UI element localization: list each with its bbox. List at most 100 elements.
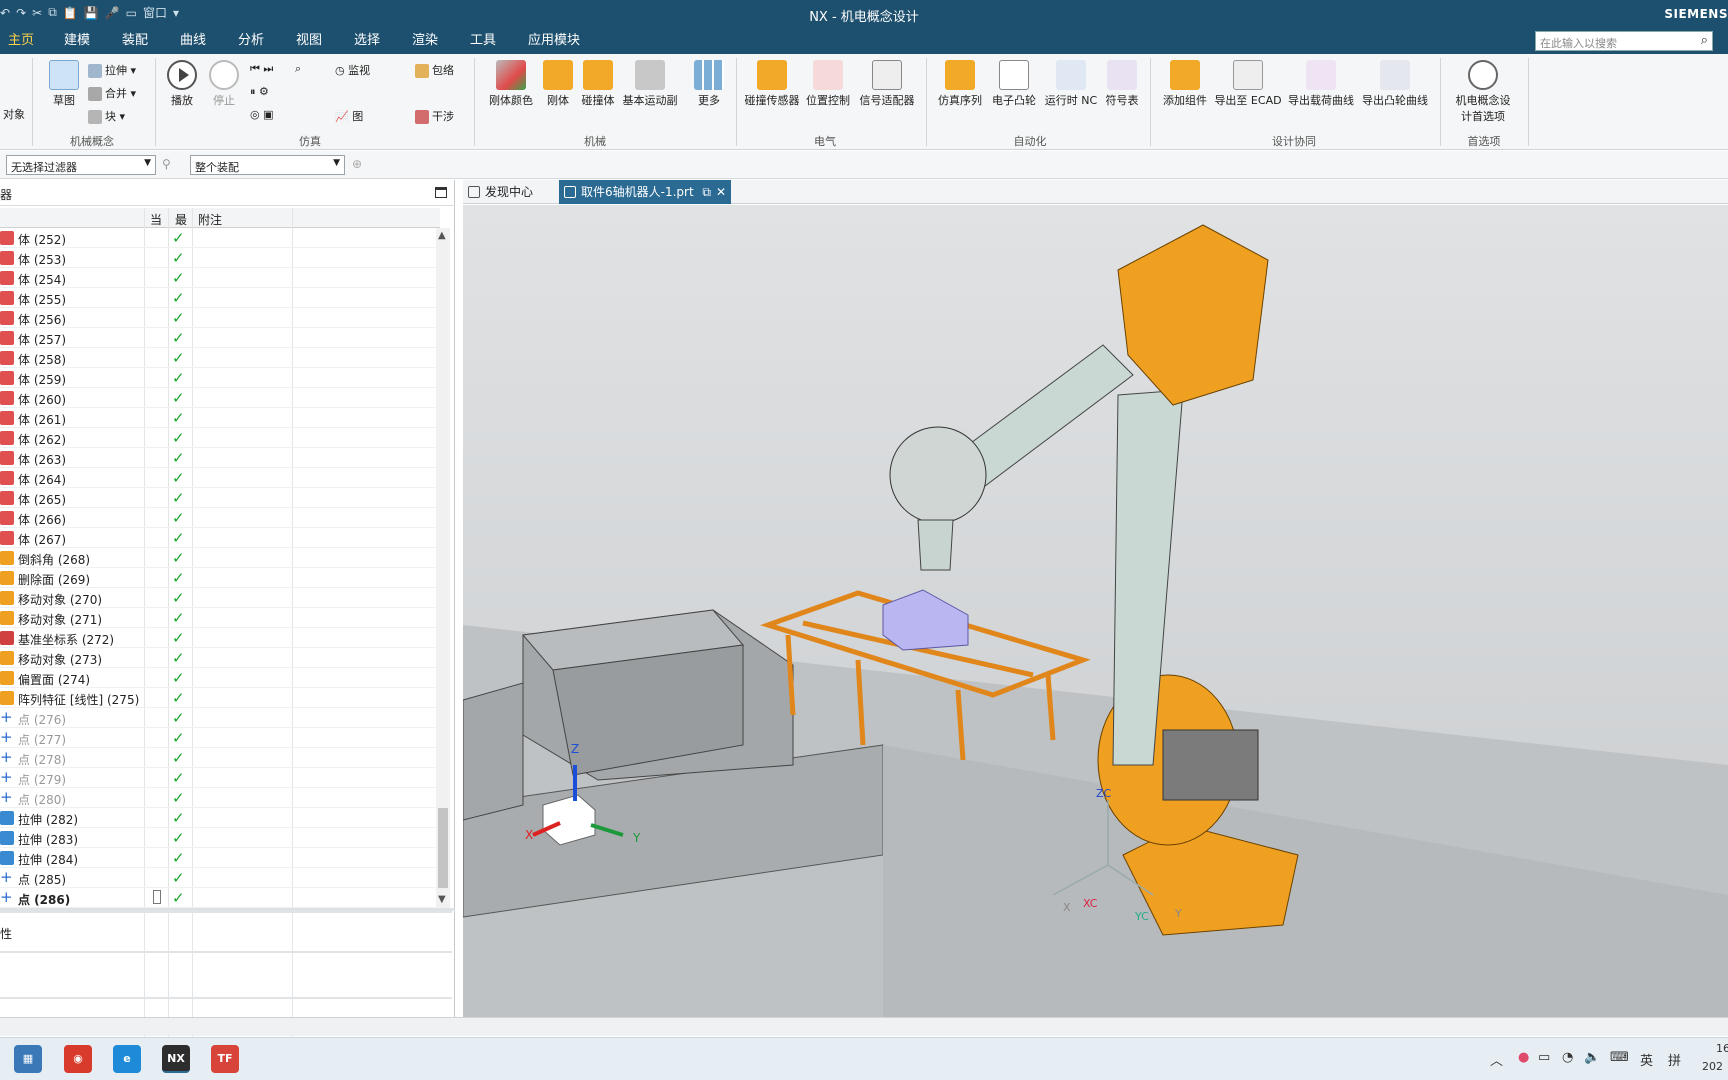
prefs-button[interactable]: 机电概念设 计首选项: [1448, 60, 1518, 124]
table-row[interactable]: 移动对象 (271) ✓: [0, 608, 435, 628]
table-row[interactable]: 体 (266) ✓: [0, 508, 435, 528]
table-row[interactable]: 体 (255) ✓: [0, 288, 435, 308]
unite-button[interactable]: 合并 ▾: [88, 85, 136, 101]
add-component-button[interactable]: 添加组件: [1158, 60, 1212, 108]
export-load-button[interactable]: 导出载荷曲线: [1286, 60, 1356, 108]
snap-icon[interactable]: ⊕: [352, 157, 362, 171]
tab-part-file[interactable]: 取件6轴机器人-1.prt ⧉ ✕: [559, 180, 731, 204]
record-icon[interactable]: ●: [1518, 1050, 1529, 1065]
wifi-icon[interactable]: ◔: [1562, 1050, 1573, 1065]
tab-analysis[interactable]: 分析: [232, 28, 270, 54]
extrude-button[interactable]: 拉伸 ▾: [88, 62, 136, 78]
search-icon[interactable]: ⌕: [1701, 33, 1708, 48]
tab-select[interactable]: 选择: [348, 28, 386, 54]
table-row[interactable]: 体 (267) ✓: [0, 528, 435, 548]
table-row[interactable]: 体 (265) ✓: [0, 488, 435, 508]
tf-app-icon[interactable]: TF: [211, 1045, 239, 1073]
table-row[interactable]: 偏置面 (274) ✓: [0, 668, 435, 688]
graphics-viewport[interactable]: Z X Y XC YC ZC X Y: [463, 205, 1728, 1017]
position-control-button[interactable]: 位置控制: [804, 60, 852, 108]
ime-language[interactable]: 英: [1640, 1050, 1653, 1069]
edge-icon[interactable]: e: [113, 1045, 141, 1073]
collision-body-button[interactable]: 碰撞体: [578, 60, 618, 108]
clock-date[interactable]: 202: [1702, 1060, 1723, 1073]
table-row[interactable]: 体 (257) ✓: [0, 328, 435, 348]
col-note[interactable]: 附注: [198, 211, 222, 228]
rigid-body-button[interactable]: 刚体: [542, 60, 574, 108]
table-row[interactable]: 拉伸 (284) ✓: [0, 848, 435, 868]
tab-curve[interactable]: 曲线: [174, 28, 212, 54]
table-row[interactable]: + 点 (280) ✓: [0, 788, 435, 808]
table-row[interactable]: 体 (259) ✓: [0, 368, 435, 388]
table-row[interactable]: 体 (256) ✓: [0, 308, 435, 328]
table-row[interactable]: 体 (252) ✓: [0, 228, 435, 248]
clock-time[interactable]: 16: [1716, 1042, 1728, 1055]
scroll-down-icon[interactable]: ▼: [438, 894, 446, 905]
graph-button[interactable]: 📈 图: [335, 108, 363, 124]
table-row[interactable]: + 点 (286) ✓: [0, 888, 435, 908]
monitor-button[interactable]: ◷ 监视: [335, 62, 370, 78]
zoom-icon[interactable]: ⌕: [295, 62, 301, 76]
table-row[interactable]: + 点 (278) ✓: [0, 748, 435, 768]
table-row[interactable]: 移动对象 (273) ✓: [0, 648, 435, 668]
stop-button[interactable]: 停止: [204, 60, 244, 108]
selection-filter-dropdown[interactable]: 无选择过滤器 ▼: [6, 155, 156, 175]
table-row[interactable]: 体 (260) ✓: [0, 388, 435, 408]
object-button[interactable]: 对象: [0, 106, 28, 122]
table-row[interactable]: + 点 (279) ✓: [0, 768, 435, 788]
table-row[interactable]: + 点 (277) ✓: [0, 728, 435, 748]
runtime-nc-button[interactable]: 运行时 NC: [1042, 60, 1100, 108]
close-icon[interactable]: ✕: [716, 180, 726, 204]
table-row[interactable]: 阵列特征 [线性] (275) ✓: [0, 688, 435, 708]
tab-render[interactable]: 渲染: [406, 28, 444, 54]
signal-adapter-button[interactable]: 信号适配器: [858, 60, 916, 108]
scrollbar-thumb[interactable]: [438, 808, 448, 888]
volume-icon[interactable]: 🔈: [1584, 1050, 1600, 1065]
navigator-scrollbar[interactable]: ▲ ▼: [436, 228, 450, 908]
sim-sequence-button[interactable]: 仿真序列: [936, 60, 984, 108]
wrap-button[interactable]: 包络: [415, 62, 454, 78]
step-icon[interactable]: ⏮ ⏭: [250, 62, 273, 76]
battery-icon[interactable]: ▭: [1538, 1050, 1550, 1065]
basic-joint-button[interactable]: 基本运动副: [620, 60, 680, 108]
table-row[interactable]: 体 (263) ✓: [0, 448, 435, 468]
play-button[interactable]: 播放: [162, 60, 202, 108]
table-row[interactable]: 体 (264) ✓: [0, 468, 435, 488]
snapshot-icon[interactable]: ◎ ▣: [250, 108, 274, 121]
chevron-up-icon[interactable]: ︿: [1490, 1050, 1503, 1069]
table-row[interactable]: 体 (258) ✓: [0, 348, 435, 368]
scope-dropdown[interactable]: 整个装配 ▼: [190, 155, 345, 175]
browser-red-icon[interactable]: ◉: [64, 1045, 92, 1073]
pause-icon[interactable]: ⏸ ⚙: [250, 85, 269, 99]
export-cam-button[interactable]: 导出凸轮曲线: [1360, 60, 1430, 108]
filter-icon[interactable]: ⚲: [162, 157, 171, 171]
table-row[interactable]: 基准坐标系 (272) ✓: [0, 628, 435, 648]
table-row[interactable]: 拉伸 (283) ✓: [0, 828, 435, 848]
tab-discovery-center[interactable]: 发现中心: [463, 180, 559, 204]
tab-modeling[interactable]: 建模: [58, 28, 96, 54]
electronic-cam-button[interactable]: 电子凸轮: [990, 60, 1038, 108]
table-row[interactable]: 倒斜角 (268) ✓: [0, 548, 435, 568]
table-row[interactable]: 拉伸 (282) ✓: [0, 808, 435, 828]
sketch-button[interactable]: 草图: [44, 60, 84, 108]
tab-assembly[interactable]: 装配: [116, 28, 154, 54]
interference-button[interactable]: 干涉: [415, 108, 454, 124]
scroll-up-icon[interactable]: ▲: [438, 230, 446, 241]
calculator-icon[interactable]: ▦: [14, 1045, 42, 1073]
table-row[interactable]: + 点 (285) ✓: [0, 868, 435, 888]
collision-sensor-button[interactable]: 碰撞传感器: [744, 60, 800, 108]
symbol-table-button[interactable]: 符号表: [1102, 60, 1142, 108]
nx-app-icon[interactable]: NX: [162, 1045, 190, 1073]
table-row[interactable]: 移动对象 (270) ✓: [0, 588, 435, 608]
table-row[interactable]: 体 (254) ✓: [0, 268, 435, 288]
maximize-icon[interactable]: [435, 187, 447, 198]
undock-icon[interactable]: ⧉: [702, 180, 711, 204]
tab-home[interactable]: 主页: [2, 28, 40, 54]
keyboard-icon[interactable]: ⌨: [1610, 1050, 1629, 1065]
rigid-color-button[interactable]: 刚体颜色: [484, 60, 538, 108]
tab-applications[interactable]: 应用模块: [522, 28, 586, 54]
table-row[interactable]: 体 (262) ✓: [0, 428, 435, 448]
tab-view[interactable]: 视图: [290, 28, 328, 54]
col-current[interactable]: 当: [150, 211, 162, 228]
table-row[interactable]: 体 (253) ✓: [0, 248, 435, 268]
